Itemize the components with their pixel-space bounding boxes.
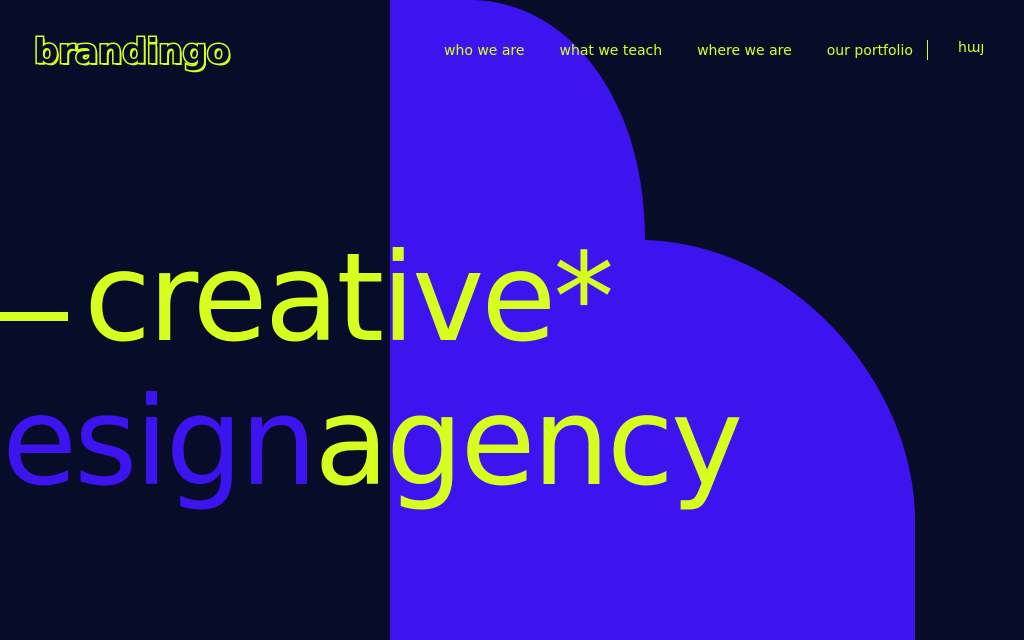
nav-divider xyxy=(927,40,928,60)
main-nav: who we are what we teach where we are ou… xyxy=(444,40,913,62)
landing-page: brandingo who we are what we teach where… xyxy=(0,0,1024,640)
nav-link-who-we-are[interactable]: who we are xyxy=(444,43,525,59)
brand-logo[interactable]: brandingo xyxy=(32,30,231,74)
hero-word-creative: creative* xyxy=(84,227,614,369)
nav-link-where-we-are[interactable]: where we are xyxy=(697,43,792,59)
brand-logo-text: brandingo xyxy=(32,31,231,74)
nav-link-what-we-teach[interactable]: what we teach xyxy=(560,43,663,59)
hero-word-design: esign xyxy=(2,371,317,513)
hero-dash xyxy=(0,312,68,321)
language-switch[interactable]: հայ xyxy=(958,40,984,56)
hero-headline-line-2: esignagency xyxy=(2,371,743,513)
nav-link-our-portfolio[interactable]: our portfolio xyxy=(827,43,913,59)
hero-word-agency: agency xyxy=(314,371,743,513)
